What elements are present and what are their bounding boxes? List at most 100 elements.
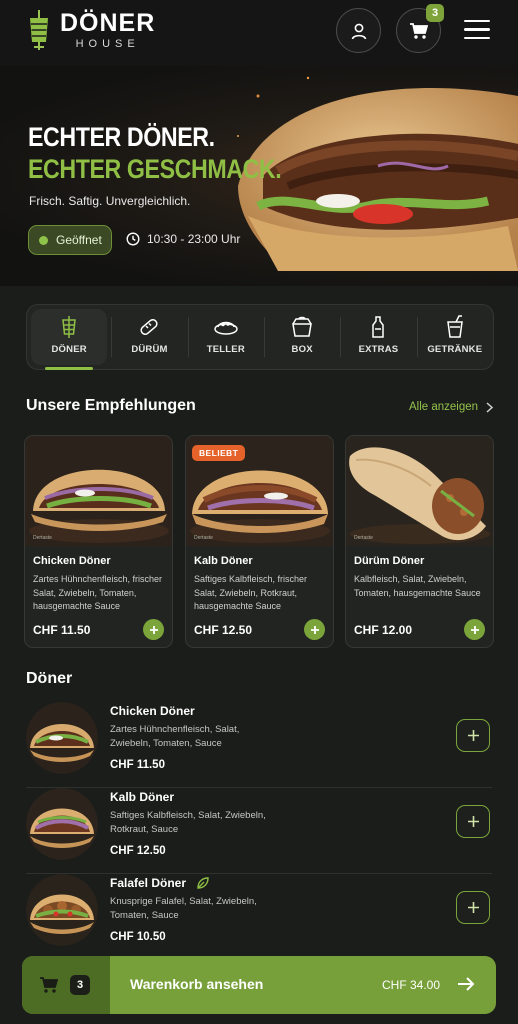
cart-summary: 3 bbox=[22, 956, 110, 1014]
product-price: CHF 10.50 bbox=[110, 931, 166, 943]
plus-icon bbox=[467, 730, 479, 741]
plus-icon bbox=[467, 902, 479, 913]
plus-icon bbox=[467, 816, 479, 827]
product-price: CHF 11.50 bbox=[33, 623, 91, 637]
recommendation-card[interactable]: Dertaste Chicken Döner Zartes Hühnchenfl… bbox=[24, 435, 173, 648]
product-description: Knusprige Falafel, Salat, Zwiebeln, Toma… bbox=[110, 896, 257, 921]
add-to-cart-button[interactable] bbox=[304, 619, 325, 640]
vegan-leaf-icon bbox=[197, 877, 209, 889]
add-to-cart-button[interactable] bbox=[456, 891, 490, 924]
menu-line bbox=[464, 36, 490, 40]
image-watermark: Dertaste bbox=[194, 535, 213, 541]
hamburger-menu-button[interactable] bbox=[464, 20, 490, 42]
product-description: Saftiges Kalbfleisch, Salat, Zwiebeln, R… bbox=[110, 810, 266, 835]
cart-item-count: 3 bbox=[70, 975, 90, 995]
clock-icon bbox=[126, 232, 140, 246]
hero-title-line2: ECHTER GESCHMACK. bbox=[28, 154, 282, 184]
view-cart-bar[interactable]: 3 Warenkorb ansehen CHF 34.00 bbox=[22, 956, 496, 1014]
product-description: Zartes Hühnchenfleisch, Salat, Zwiebeln,… bbox=[110, 724, 240, 749]
product-thumbnail bbox=[26, 788, 98, 860]
recommendations-title: Unsere Empfehlungen bbox=[26, 397, 196, 414]
image-watermark: Dertaste bbox=[33, 535, 52, 541]
see-all-link[interactable]: Alle anzeigen bbox=[409, 401, 494, 413]
doner-icon bbox=[62, 316, 76, 338]
tab-label: DÜRÜM bbox=[131, 344, 168, 355]
recommendation-card[interactable]: Dertaste Dürüm Döner Kalbfleisch, Salat,… bbox=[345, 435, 494, 648]
product-thumbnail bbox=[26, 702, 98, 774]
product-name: Kalb Döner bbox=[110, 790, 174, 804]
see-all-label: Alle anzeigen bbox=[409, 401, 479, 413]
brand-logo[interactable]: DÖNER HOUSE bbox=[26, 10, 155, 50]
tab-label: DÖNER bbox=[51, 344, 87, 355]
doner-spit-icon bbox=[30, 10, 48, 50]
app-header: DÖNER HOUSE 3 bbox=[0, 0, 518, 66]
tab-durum[interactable]: DÜRÜM bbox=[111, 305, 187, 369]
open-status-badge: Geöffnet bbox=[28, 225, 112, 255]
doner-section-title: Döner bbox=[26, 670, 73, 687]
menu-line bbox=[464, 20, 490, 23]
product-thumbnail bbox=[26, 874, 98, 946]
opening-hours: 10:30 - 23:00 Uhr bbox=[126, 232, 240, 246]
popular-badge: BELIEBT bbox=[192, 445, 246, 461]
product-price: CHF 11.50 bbox=[110, 759, 165, 771]
product-name: Chicken Döner bbox=[33, 555, 111, 567]
add-to-cart-button[interactable] bbox=[456, 719, 490, 752]
account-button[interactable] bbox=[336, 8, 381, 53]
tab-label: EXTRAS bbox=[358, 344, 399, 355]
product-name-text: Falafel Döner bbox=[110, 876, 187, 890]
plus-icon bbox=[310, 625, 319, 634]
cart-count-badge: 3 bbox=[426, 4, 444, 22]
add-to-cart-button[interactable] bbox=[456, 805, 490, 838]
cart-total: CHF 34.00 bbox=[382, 978, 441, 992]
tab-label: GETRÄNKE bbox=[427, 344, 483, 355]
list-item[interactable]: Kalb Döner Saftiges Kalbfleisch, Salat, … bbox=[26, 788, 492, 874]
cart-button[interactable]: 3 bbox=[396, 4, 444, 53]
product-description: Saftiges Kalbfleisch, frischer Salat, Zw… bbox=[194, 574, 308, 611]
category-tabs: DÖNER DÜRÜM TELLER BOX EXTRAS GETRÄNKE bbox=[26, 304, 494, 370]
list-item[interactable]: Chicken Döner Zartes Hühnchenfleisch, Sa… bbox=[26, 702, 492, 788]
tab-teller[interactable]: TELLER bbox=[187, 305, 264, 369]
add-to-cart-button[interactable] bbox=[464, 619, 485, 640]
menu-line bbox=[464, 28, 490, 31]
product-price: CHF 12.00 bbox=[354, 623, 413, 637]
tab-doner[interactable]: DÖNER bbox=[31, 309, 108, 370]
product-price: CHF 12.50 bbox=[194, 623, 253, 637]
product-name: Kalb Döner bbox=[194, 555, 253, 567]
status-dot-icon bbox=[39, 235, 48, 245]
recommendation-card[interactable]: BELIEBT Dertaste Kalb Döner Saftiges Kal… bbox=[185, 435, 334, 648]
tab-label: TELLER bbox=[206, 344, 245, 355]
product-description: Zartes Hühnchenfleisch, frischer Salat, … bbox=[33, 574, 163, 611]
image-watermark: Dertaste bbox=[354, 535, 373, 541]
add-to-cart-button[interactable] bbox=[143, 619, 164, 640]
brand-name: DÖNER bbox=[60, 8, 156, 37]
chevron-right-icon bbox=[486, 401, 494, 413]
tab-box[interactable]: BOX bbox=[263, 305, 340, 369]
drink-icon bbox=[446, 315, 463, 338]
wrap-icon bbox=[140, 319, 159, 335]
open-status-label: Geöffnet bbox=[56, 233, 102, 247]
tab-extras[interactable]: EXTRAS bbox=[340, 305, 416, 369]
product-price: CHF 12.50 bbox=[110, 845, 166, 857]
hero-banner: ECHTER DÖNER. ECHTER GESCHMACK. Frisch. … bbox=[0, 66, 518, 286]
plate-icon bbox=[214, 321, 238, 335]
arrow-right-icon bbox=[458, 977, 475, 991]
user-icon bbox=[351, 23, 366, 39]
tab-getraenke[interactable]: GETRÄNKE bbox=[416, 305, 493, 369]
hero-subtitle: Frisch. Saftig. Unvergleichlich. bbox=[29, 194, 191, 208]
hero-title-line1: ECHTER DÖNER. bbox=[28, 122, 215, 152]
view-cart-label: Warenkorb ansehen bbox=[130, 976, 264, 992]
tab-label: BOX bbox=[291, 344, 313, 355]
product-name: Chicken Döner bbox=[110, 704, 195, 718]
product-name: Dürüm Döner bbox=[354, 555, 425, 567]
active-tab-indicator bbox=[45, 367, 94, 370]
list-item[interactable]: Falafel Döner Knusprige Falafel, Salat, … bbox=[26, 874, 492, 960]
product-image bbox=[346, 436, 493, 546]
cart-icon bbox=[410, 22, 428, 39]
brand-subtitle: HOUSE bbox=[75, 37, 140, 50]
sauce-bottle-icon bbox=[372, 316, 385, 338]
box-icon bbox=[292, 316, 313, 337]
product-name-text: Chicken Döner bbox=[110, 704, 195, 718]
plus-icon bbox=[470, 625, 479, 634]
product-name: Falafel Döner bbox=[110, 876, 210, 890]
cart-icon bbox=[40, 977, 58, 993]
